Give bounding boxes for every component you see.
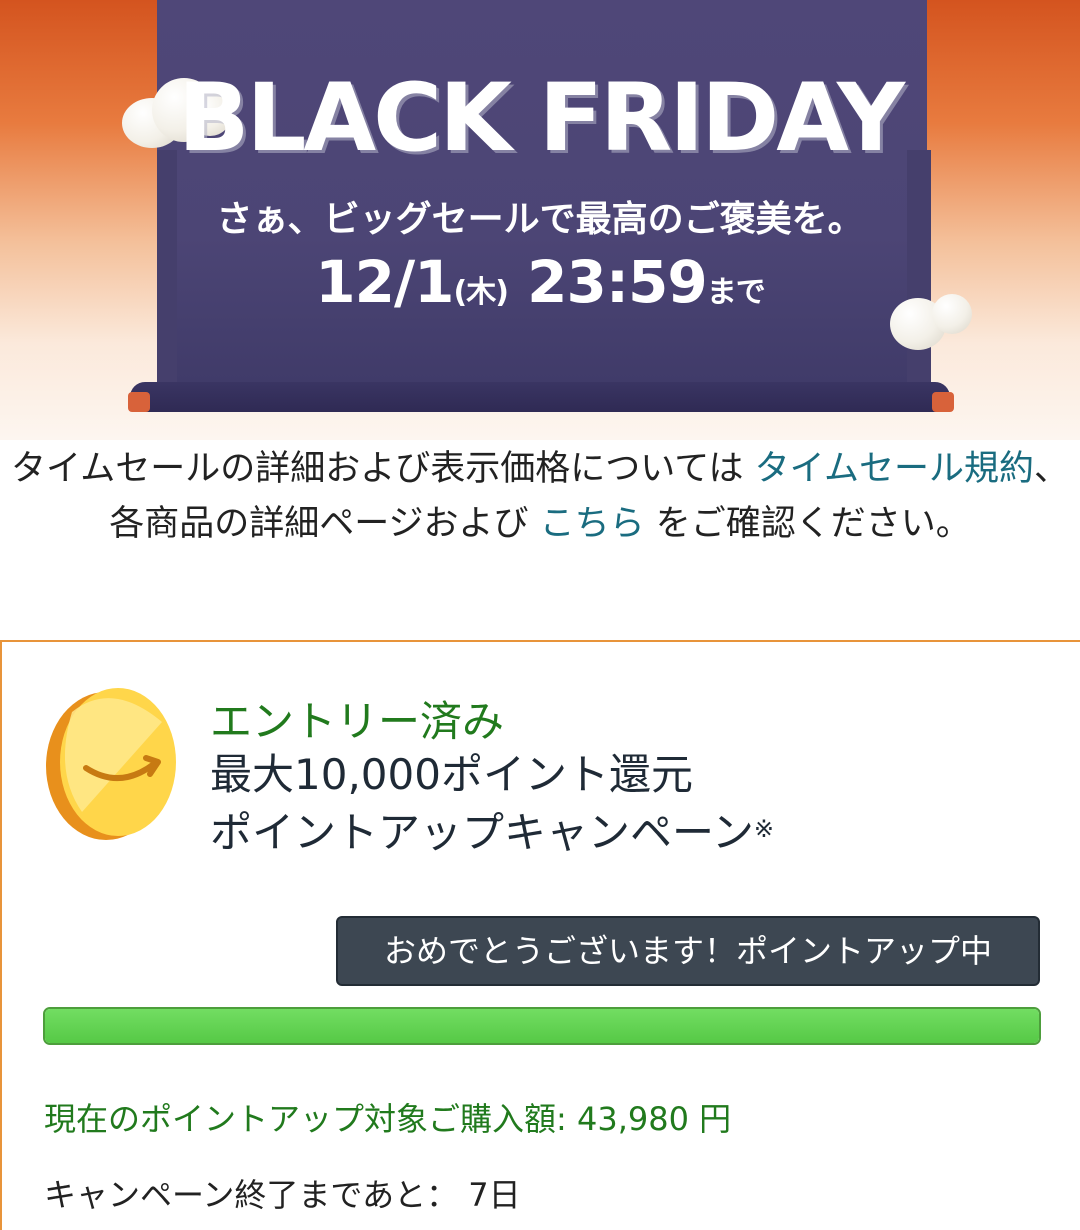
remaining-time-line: キャンペーン終了まであと： 7日 [44, 1170, 521, 1216]
remaining-label: キャンペーン終了まであと： [44, 1176, 469, 1214]
banner-deadline: 12/1(木) 23:59まで [0, 248, 1080, 316]
campaign-title-line1: 最大10,000ポイント還元 [210, 750, 693, 799]
amazon-coin-icon [46, 688, 176, 840]
purchase-amount-line: 現在のポイントアップ対象ご購入額: 43,980 円 [44, 1094, 731, 1140]
time-sale-terms-link[interactable]: タイムセール規約 [755, 449, 1034, 489]
black-friday-banner[interactable]: BLACK FRIDAY さぁ、ビッグセールで最高のご褒美を。 12/1(木) … [0, 0, 1080, 440]
notice-text: をご確認ください。 [644, 504, 971, 544]
banner-title: BLACK FRIDAY [177, 64, 905, 173]
sale-terms-notice: タイムセールの詳細および表示価格については タイムセール規約、各商品の詳細ページ… [0, 440, 1080, 640]
roller-end-left [128, 392, 150, 412]
progress-bar-fill [45, 1009, 1039, 1043]
campaign-title: 最大10,000ポイント還元 ポイントアップキャンペーン※ [210, 746, 774, 862]
notice-text: タイムセールの詳細および表示価格については [10, 449, 755, 489]
deadline-date: 12/1 [315, 248, 454, 316]
roller-end-right [932, 392, 954, 412]
scroll-roller [130, 382, 950, 412]
here-link[interactable]: こちら [540, 504, 645, 544]
purchase-amount: 43,980 円 [576, 1100, 732, 1138]
point-up-campaign-card: エントリー済み 最大10,000ポイント還元 ポイントアップキャンペーン※ おめ… [0, 640, 1080, 1230]
remaining-value: 7日 [468, 1176, 521, 1214]
progress-bar [43, 1007, 1041, 1045]
banner-subtitle: さぁ、ビッグセールで最高のご褒美を。 [216, 199, 864, 240]
purchase-label: 現在のポイントアップ対象ご購入額: [44, 1100, 577, 1138]
footnote-mark: ※ [753, 815, 775, 843]
point-up-status-button[interactable]: おめでとうございます！ポイントアップ中 [336, 916, 1040, 986]
deadline-time: 23:59 [527, 248, 708, 316]
deadline-suffix: まで [706, 275, 766, 310]
deadline-weekday: (木) [453, 275, 509, 310]
campaign-title-line2: ポイントアップキャンペーン [210, 808, 754, 857]
entry-status: エントリー済み [210, 697, 505, 746]
